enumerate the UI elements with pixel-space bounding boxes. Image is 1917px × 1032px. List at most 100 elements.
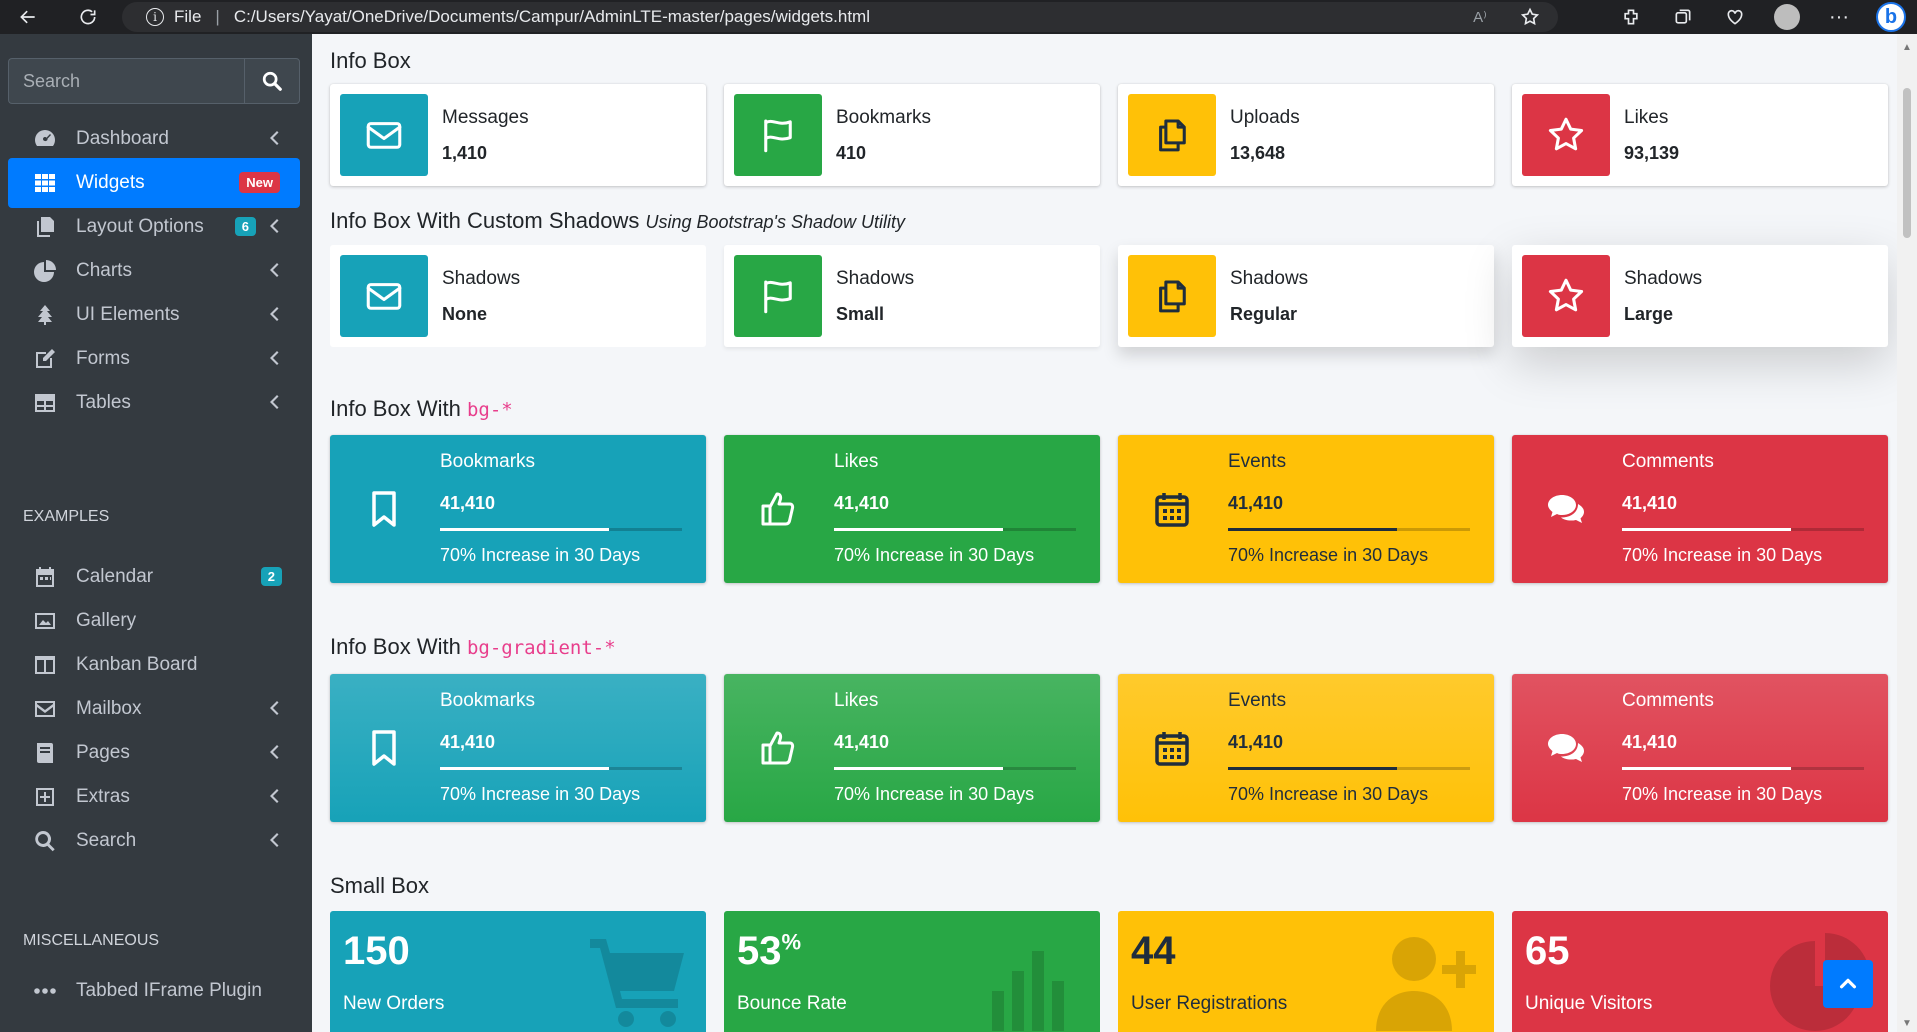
info-box-messages: Messages 1,410: [330, 84, 706, 186]
scroll-down-icon[interactable]: ▼: [1902, 1018, 1912, 1029]
more-menu-icon[interactable]: ···: [1813, 0, 1865, 34]
info-box-number: Large: [1624, 303, 1674, 324]
back-to-top-button[interactable]: [1823, 960, 1873, 1008]
sidebar-item-extras[interactable]: Extras: [8, 772, 300, 822]
address-separator: |: [215, 7, 220, 26]
small-box-number: 65: [1525, 929, 1570, 973]
small-box-unit: %: [781, 929, 802, 955]
info-box-text: Likes: [834, 690, 879, 711]
sidebar-item-forms[interactable]: Forms: [8, 334, 300, 384]
sidebar-item-tables[interactable]: Tables: [8, 378, 300, 428]
info-icon[interactable]: i: [146, 8, 164, 26]
sidebar-item-mailbox[interactable]: Mailbox: [8, 684, 300, 734]
info-box-text: Shadows: [442, 267, 521, 289]
info-box-text: Uploads: [1230, 106, 1300, 128]
chevron-left-icon: [268, 787, 282, 807]
favorite-star-icon[interactable]: [1510, 0, 1550, 34]
scroll-up-icon[interactable]: ▲: [1902, 42, 1912, 53]
ellipsis-icon: [32, 978, 58, 1004]
sidebar-item-widgets[interactable]: Widgets New: [8, 158, 300, 208]
page-scrollbar[interactable]: ▲ ▼: [1897, 34, 1917, 1032]
progress-bar: [1228, 767, 1470, 770]
count-badge: 2: [260, 567, 282, 586]
sidebar-search-input[interactable]: [8, 58, 244, 104]
small-box-new-orders: 150 New Orders: [330, 911, 706, 1032]
scroll-thumb[interactable]: [1903, 88, 1911, 238]
main-content: Info Box Messages 1,410 Bookmarks 410 Uplo…: [312, 34, 1897, 1032]
small-box-user-registrations: 44 User Registrations: [1118, 911, 1494, 1032]
section-title-text: Info Box With: [330, 634, 467, 659]
bookmark-icon: [360, 724, 408, 772]
profile-avatar[interactable]: [1761, 0, 1813, 34]
info-box-text: Bookmarks: [440, 451, 536, 472]
sidebar-item-dashboard[interactable]: Dashboard: [8, 114, 300, 164]
gradient-success-box-likes: Likes 41,410 70% Increase in 30 Days: [724, 674, 1100, 822]
progress-bar: [1228, 528, 1470, 531]
table-icon: [32, 390, 58, 416]
info-box-number: 41,410: [1622, 732, 1678, 752]
search-button[interactable]: [244, 58, 300, 104]
chevron-left-icon: [268, 349, 282, 369]
miscellaneous-header: MISCELLANEOUS: [23, 932, 160, 949]
sidebar-item-search[interactable]: Search: [8, 816, 300, 866]
sidebar-item-ui-elements[interactable]: UI Elements: [8, 290, 300, 340]
collections-icon[interactable]: [1657, 0, 1709, 34]
read-aloud-icon[interactable]: A⁾: [1460, 0, 1500, 34]
sidebar-item-label: Widgets: [76, 172, 145, 193]
sidebar-item-pages[interactable]: Pages: [8, 728, 300, 778]
info-box-number: 410: [836, 142, 867, 163]
bing-icon[interactable]: b: [1865, 0, 1917, 34]
progress-description: 70% Increase in 30 Days: [1622, 545, 1823, 565]
section-title-text: Info Box With: [330, 396, 467, 421]
extensions-icon[interactable]: [1605, 0, 1657, 34]
sidebar-item-charts[interactable]: Charts: [8, 246, 300, 296]
info-box-text: Events: [1228, 690, 1287, 711]
flag-icon: [734, 94, 822, 176]
info-box-number: 41,410: [834, 493, 890, 513]
info-box-number: Small: [836, 303, 885, 324]
edit-icon: [32, 346, 58, 372]
small-box-label: Unique Visitors: [1525, 993, 1653, 1014]
progress-description: 70% Increase in 30 Days: [834, 545, 1035, 565]
info-box-text: Comments: [1622, 451, 1714, 472]
count-badge: 6: [234, 217, 256, 236]
flag-icon: [734, 255, 822, 337]
search-icon: [32, 828, 58, 854]
section-subtitle: Using Bootstrap's Shadow Utility: [645, 212, 906, 232]
progress-bar: [1622, 528, 1864, 531]
info-box-number: 1,410: [442, 142, 488, 163]
progress-bar: [440, 528, 682, 531]
progress-description: 70% Increase in 30 Days: [1228, 784, 1429, 804]
sidebar-item-calendar[interactable]: Calendar 2: [8, 552, 300, 602]
section-title-info-box: Info Box: [330, 48, 411, 73]
browser-toolbar: i File | C:/Users/Yayat/OneDrive/Documen…: [0, 0, 1917, 34]
examples-header: EXAMPLES: [23, 508, 110, 525]
info-box-shadow-small: Shadows Small: [724, 245, 1100, 347]
sidebar-item-layout-options[interactable]: Layout Options 6: [8, 202, 300, 252]
calendar-icon: [32, 564, 58, 590]
browser-actions: ··· b: [1605, 0, 1917, 34]
info-box-text: Events: [1228, 451, 1287, 472]
refresh-icon[interactable]: [68, 0, 108, 34]
address-bar[interactable]: i File | C:/Users/Yayat/OneDrive/Documen…: [122, 2, 1558, 32]
sidebar-item-label: Pages: [76, 742, 130, 763]
health-icon[interactable]: [1709, 0, 1761, 34]
progress-description: 70% Increase in 30 Days: [440, 784, 641, 804]
pie-chart-icon: [32, 258, 58, 284]
thumbs-up-icon: [754, 724, 802, 772]
progress-bar: [834, 528, 1076, 531]
progress-bar: [834, 767, 1076, 770]
info-box-likes: Likes 93,139: [1512, 84, 1888, 186]
info-box-text: Bookmarks: [440, 690, 536, 711]
copy-icon: [1128, 94, 1216, 176]
sidebar-item-gallery[interactable]: Gallery: [8, 596, 300, 646]
info-box-text: Shadows: [836, 267, 915, 289]
tree-icon: [32, 302, 58, 328]
section-title-gradient: Info Box With bg-gradient-*: [330, 634, 616, 660]
small-box-number: 53%: [737, 929, 801, 974]
small-box-number: 150: [343, 929, 410, 973]
info-box-text: Shadows: [1230, 267, 1309, 289]
sidebar-item-tabbed-iframe-plugin[interactable]: Tabbed IFrame Plugin: [8, 966, 300, 1016]
sidebar-item-kanban-board[interactable]: Kanban Board: [8, 640, 300, 690]
back-arrow-icon[interactable]: [8, 0, 48, 34]
